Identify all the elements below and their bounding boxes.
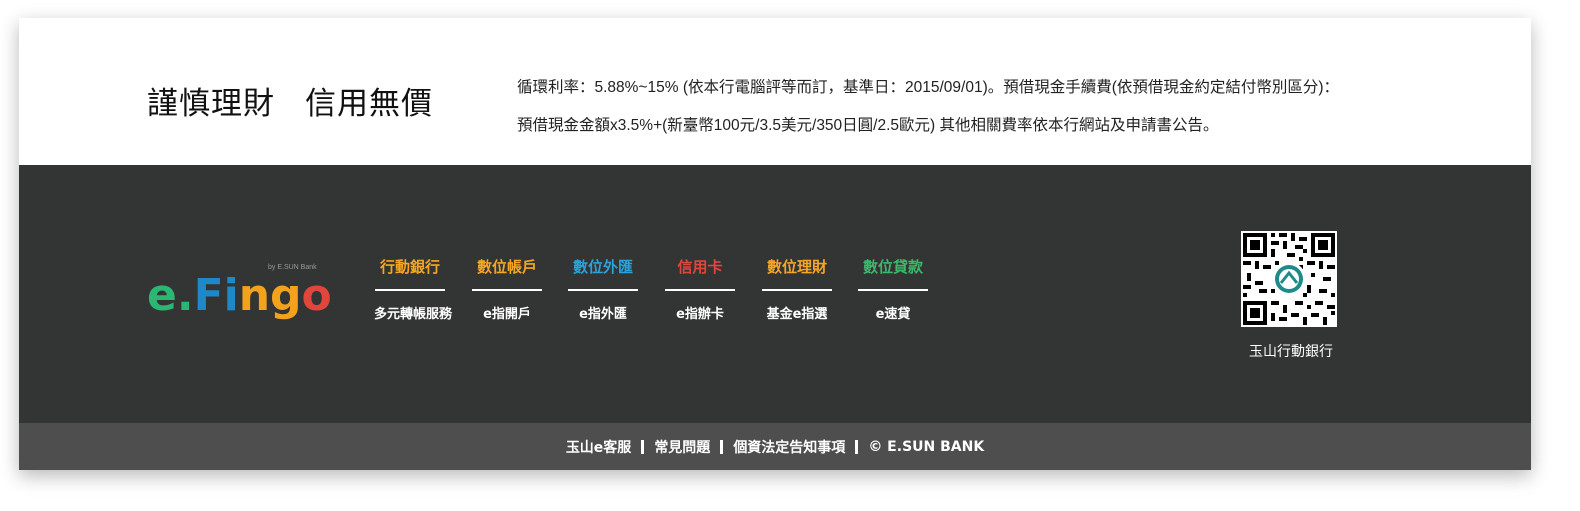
link-separator (720, 439, 724, 454)
service-subtitle: e指開戶 (483, 307, 531, 322)
footer-dark: by E.SUN Bank e.Fingo 行動銀行 多元轉帳服務 數位帳戶 e… (19, 165, 1531, 423)
qr-code-icon[interactable] (1241, 231, 1337, 327)
logo-letter: . (176, 270, 194, 321)
service-title: 數位貸款 (862, 258, 923, 276)
link-separator (641, 439, 645, 454)
slogan-right: 信用無價 (305, 86, 433, 122)
link-customer-service[interactable]: 玉山e客服 (566, 437, 632, 457)
rate-line-2: 預借現金金額x3.5%+(新臺幣100元/3.5美元/350日圓/2.5歐元) … (517, 117, 1219, 134)
service-title: 信用卡 (677, 258, 723, 276)
notice-band: 謹慎理財 信用無價 循環利率：5.88%~15% (依本行電腦評等而訂，基準日：2… (19, 18, 1531, 165)
service-subtitle: e速貸 (875, 307, 911, 322)
service-divider (858, 289, 928, 291)
service-digital-wealth[interactable]: 數位理財 基金e指選 (761, 257, 833, 322)
service-subtitle: 基金e指選 (766, 307, 828, 322)
service-title: 數位帳戶 (476, 258, 537, 276)
copyright: © E.SUN BANK (868, 438, 985, 455)
service-digital-account[interactable]: 數位帳戶 e指開戶 (471, 257, 543, 322)
service-divider (375, 289, 445, 291)
qr-code-graphic (1241, 231, 1337, 327)
service-divider (568, 289, 638, 291)
rate-notice: 循環利率：5.88%~15% (依本行電腦評等而訂，基準日：2015/09/01… (517, 69, 1339, 145)
service-subtitle: 多元轉帳服務 (374, 307, 453, 322)
page-card: 謹慎理財 信用無價 循環利率：5.88%~15% (依本行電腦評等而訂，基準日：2… (19, 18, 1531, 470)
footer-bottom-bar: 玉山e客服 常見問題 個資法定告知事項 © E.SUN BANK (19, 423, 1531, 470)
service-subtitle: e指外匯 (579, 307, 627, 322)
logo-letter: e (147, 270, 177, 321)
service-title: 數位外匯 (572, 258, 633, 276)
rate-line-1: 循環利率：5.88%~15% (依本行電腦評等而訂，基準日：2015/09/01… (517, 79, 1340, 96)
service-divider (762, 289, 832, 291)
logo-letter: o (301, 270, 332, 321)
logo-letter: g (270, 270, 302, 321)
link-faq[interactable]: 常見問題 (654, 437, 710, 457)
logo-letter: F (193, 270, 224, 321)
service-subtitle: e指辦卡 (676, 307, 724, 322)
qr-label: 玉山行動銀行 (1249, 344, 1333, 360)
logo-wordmark: e.Fingo (147, 270, 332, 322)
service-digital-forex[interactable]: 數位外匯 e指外匯 (567, 257, 639, 322)
logo-letter: i (223, 270, 239, 321)
service-title: 數位理財 (766, 258, 827, 276)
service-credit-card[interactable]: 信用卡 e指辦卡 (664, 257, 736, 322)
link-privacy-notice[interactable]: 個資法定告知事項 (733, 437, 845, 457)
service-title: 行動銀行 (379, 258, 440, 276)
slogan: 謹慎理財 信用無價 (147, 78, 433, 123)
service-digital-loan[interactable]: 數位貸款 e速貸 (857, 257, 929, 322)
efingo-logo[interactable]: by E.SUN Bank e.Fingo (147, 264, 332, 326)
logo-letter: n (238, 270, 271, 321)
service-divider (665, 289, 735, 291)
slogan-left: 謹慎理財 (147, 86, 275, 122)
service-divider (472, 289, 542, 291)
link-separator (855, 439, 859, 454)
service-mobile-banking[interactable]: 行動銀行 多元轉帳服務 (374, 257, 453, 322)
